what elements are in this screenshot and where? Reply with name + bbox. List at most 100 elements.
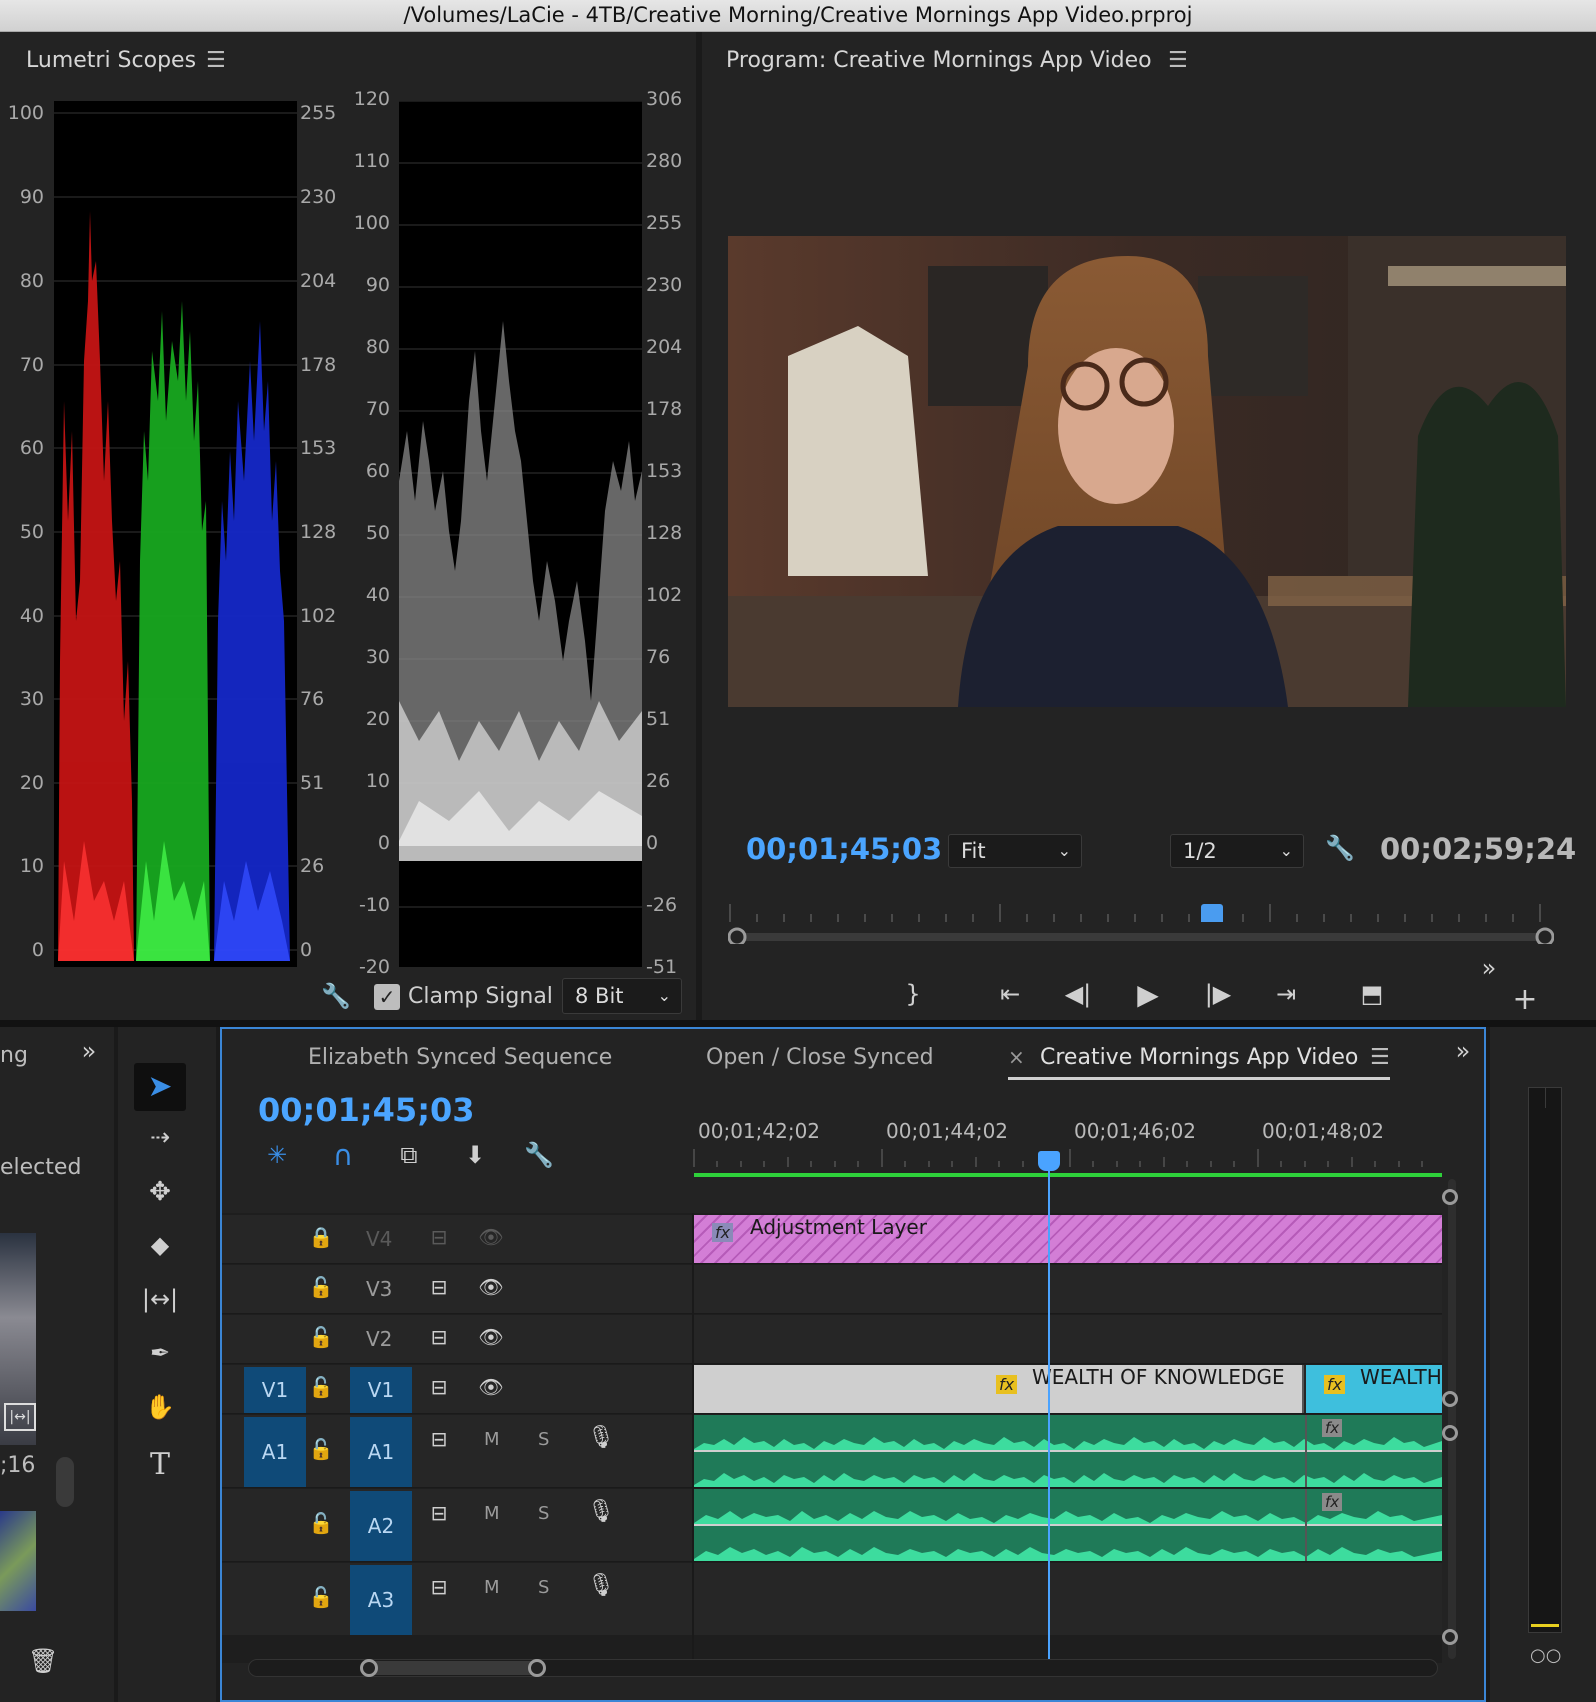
vscroll-handle-top[interactable] (1442, 1189, 1458, 1205)
panel-menu-icon[interactable]: ☰ (1370, 1045, 1390, 1070)
sync-lock-icon[interactable]: ⊟ (424, 1225, 454, 1249)
eye-icon[interactable]: 👁 (476, 1375, 506, 1399)
work-area-bar[interactable] (694, 1173, 1442, 1177)
sync-lock-icon[interactable]: ⊟ (424, 1375, 454, 1399)
selection-tool-icon[interactable]: ➤ (134, 1063, 186, 1111)
nest-sequence-icon[interactable]: ✳ (260, 1141, 294, 1169)
razor-tool-icon[interactable]: ◆ (138, 1231, 182, 1259)
program-current-timecode[interactable]: 00;01;45;03 (746, 832, 942, 866)
hscroll-handle-right[interactable] (528, 1659, 546, 1677)
more-controls-icon[interactable]: » (1474, 954, 1504, 982)
sync-lock-icon[interactable]: ⊟ (424, 1275, 454, 1299)
sync-lock-icon[interactable]: ⊟ (424, 1325, 454, 1349)
step-back-icon[interactable]: ◀| (1060, 980, 1096, 1008)
tab-open-close-synced[interactable]: Open / Close Synced (706, 1045, 934, 1070)
audio-clip-a1[interactable]: fx (694, 1415, 1442, 1487)
solo-button[interactable]: S (538, 1503, 549, 1524)
source-patch-a1[interactable]: A1 (244, 1417, 306, 1487)
track-select-tool-icon[interactable]: ⇢ (138, 1123, 182, 1151)
more-panels-icon[interactable]: » (74, 1037, 104, 1065)
lumetri-scopes-title[interactable]: Lumetri Scopes (26, 48, 196, 73)
panel-menu-icon[interactable]: ☰ (1168, 48, 1188, 73)
clip-thumbnail-2[interactable] (0, 1511, 36, 1611)
eye-icon[interactable]: 👁 (476, 1225, 506, 1249)
source-patch-v1[interactable]: V1 (244, 1367, 306, 1413)
hscroll-handle-left[interactable] (360, 1659, 378, 1677)
more-panels-icon[interactable]: » (1448, 1037, 1478, 1065)
wealth-of-knowledge-clip[interactable]: fx WEALTH OF KNOWLEDGE (694, 1365, 1304, 1413)
vertical-scrollbar-track[interactable] (1448, 1179, 1456, 1659)
timeline-settings-icon[interactable]: 🔧 (522, 1141, 556, 1169)
lock-icon[interactable]: 🔓 (306, 1325, 336, 1349)
hscroll-thumb[interactable] (362, 1661, 542, 1675)
solo-button[interactable]: S (538, 1429, 549, 1450)
solo-meter-buttons[interactable]: ○○ (1530, 1645, 1561, 1666)
lock-icon[interactable]: 🔒 (306, 1225, 336, 1249)
go-to-in-icon[interactable]: ⇤ (992, 980, 1028, 1008)
program-monitor-title[interactable]: Program: Creative Mornings App Video (726, 48, 1152, 73)
microphone-icon[interactable]: 🎙 (586, 1425, 616, 1450)
program-time-ruler[interactable] (728, 894, 1554, 944)
track-label-a3[interactable]: A3 (350, 1565, 412, 1635)
sync-lock-icon[interactable]: ⊟ (424, 1501, 454, 1525)
lock-icon[interactable]: 🔓 (306, 1511, 336, 1535)
eye-icon[interactable]: 👁 (476, 1275, 506, 1299)
microphone-icon[interactable]: 🎙 (586, 1573, 616, 1598)
type-tool-icon[interactable]: T (138, 1447, 182, 1482)
lock-icon[interactable]: 🔓 (306, 1375, 336, 1399)
tab-elizabeth-synced-sequence[interactable]: Elizabeth Synced Sequence (308, 1045, 612, 1070)
zoom-dropdown[interactable]: Fit ⌄ (948, 834, 1082, 868)
export-frame-icon[interactable]: ⬒ (1352, 980, 1392, 1008)
project-panel-tab[interactable]: ng (0, 1043, 28, 1068)
eye-icon[interactable]: 👁 (476, 1325, 506, 1349)
vscroll-handle-mid1[interactable] (1442, 1391, 1458, 1407)
mute-button[interactable]: M (484, 1429, 500, 1450)
vscroll-handle-bottom[interactable] (1442, 1629, 1458, 1645)
settings-wrench-icon[interactable]: 🔧 (1324, 834, 1356, 862)
pen-tool-icon[interactable]: ✒ (138, 1339, 182, 1367)
track-label-a1[interactable]: A1 (350, 1417, 412, 1487)
snap-icon[interactable]: ∩ (326, 1139, 360, 1172)
wealth-clip-2[interactable]: fx WEALTH (1306, 1365, 1442, 1413)
microphone-icon[interactable]: 🎙 (586, 1499, 616, 1524)
sync-lock-icon[interactable]: ⊟ (424, 1427, 454, 1451)
ripple-edit-tool-icon[interactable]: ✥ (138, 1177, 182, 1207)
program-video-frame[interactable] (728, 236, 1566, 707)
solo-button[interactable]: S (538, 1577, 549, 1598)
mute-button[interactable]: M (484, 1577, 500, 1598)
adjustment-layer-clip[interactable]: fx Adjustment Layer (694, 1215, 1442, 1263)
resolution-dropdown[interactable]: 1/2 ⌄ (1170, 834, 1304, 868)
tab-creative-mornings-app-video[interactable]: Creative Mornings App Video (1040, 1045, 1358, 1070)
mute-button[interactable]: M (484, 1503, 500, 1524)
play-icon[interactable]: ▶ (1130, 978, 1166, 1011)
timeline-playhead-line[interactable] (1048, 1171, 1050, 1673)
button-editor-plus-icon[interactable]: + (1510, 982, 1540, 1017)
timeline-playhead-head[interactable] (1038, 1151, 1060, 1171)
step-forward-icon[interactable]: |▶ (1200, 980, 1236, 1008)
lock-icon[interactable]: 🔓 (306, 1437, 336, 1461)
add-marker-icon[interactable]: ⬇ (458, 1141, 492, 1169)
audio-clip-a2[interactable]: fx (694, 1489, 1442, 1561)
sync-lock-icon[interactable]: ⊟ (424, 1575, 454, 1599)
hand-tool-icon[interactable]: ✋ (138, 1393, 182, 1421)
linked-selection-icon[interactable]: ⧉ (392, 1141, 426, 1169)
track-label-a2[interactable]: A2 (350, 1491, 412, 1561)
project-scrollbar[interactable] (56, 1457, 74, 1507)
timeline-timecode[interactable]: 00;01;45;03 (258, 1091, 475, 1129)
lock-icon[interactable]: 🔓 (306, 1275, 336, 1299)
track-label-v1[interactable]: V1 (350, 1367, 412, 1413)
slip-tool-icon[interactable]: |↔| (138, 1285, 182, 1313)
program-playhead-marker[interactable] (1201, 904, 1223, 922)
lock-icon[interactable]: 🔓 (306, 1585, 336, 1609)
trash-icon[interactable]: 🗑 (28, 1647, 58, 1675)
panel-divider[interactable] (0, 1020, 1596, 1027)
go-to-out-icon[interactable]: ⇥ (1268, 980, 1304, 1008)
bit-depth-dropdown[interactable]: 8 Bit ⌄ (562, 978, 682, 1014)
vscroll-handle-mid2[interactable] (1442, 1425, 1458, 1441)
panel-menu-icon[interactable]: ☰ (206, 48, 226, 73)
wrench-icon[interactable]: 🔧 (320, 982, 352, 1010)
tab-close-icon[interactable]: × (1008, 1045, 1025, 1069)
mark-out-icon[interactable]: } (898, 980, 928, 1008)
clamp-signal-checkbox[interactable]: ✓ (374, 984, 400, 1010)
timeline-ruler-ticks[interactable] (692, 1149, 1442, 1171)
